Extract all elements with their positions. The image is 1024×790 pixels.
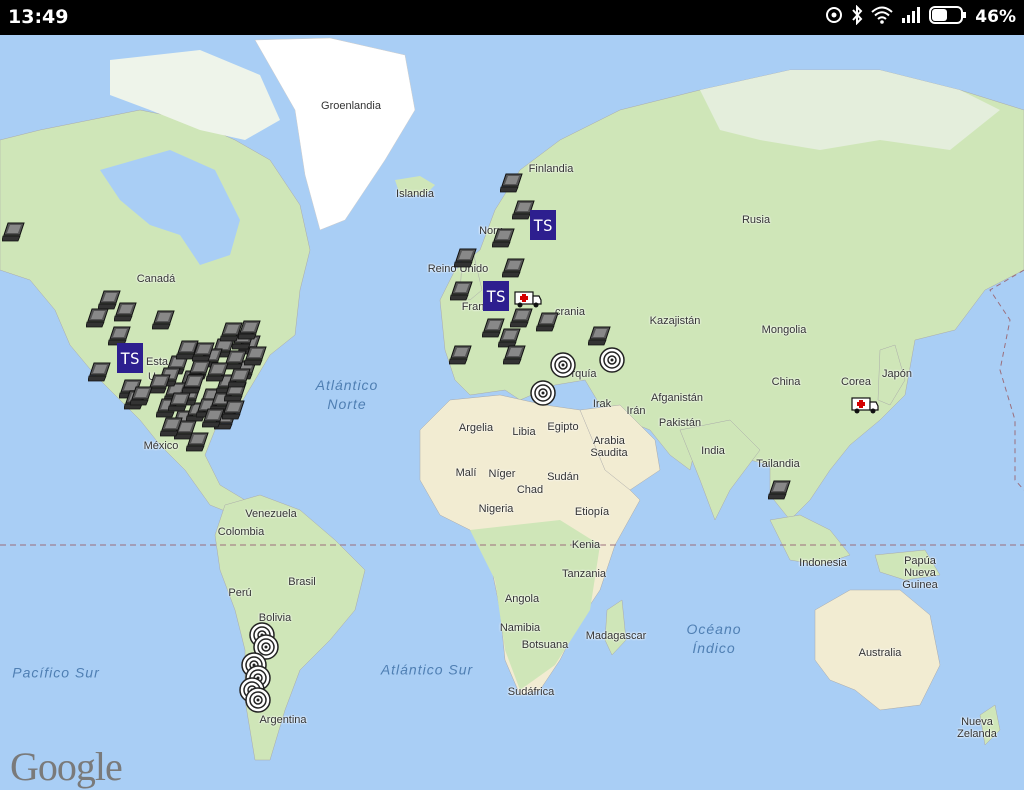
- battery-icon: [929, 5, 967, 29]
- label-kenia: Kenia: [571, 539, 601, 551]
- svg-text:TS: TS: [533, 216, 552, 235]
- label-islandia: Islandia: [396, 188, 434, 200]
- label-peru: Perú: [228, 587, 252, 599]
- laptop-marker[interactable]: [86, 307, 110, 329]
- laptop-marker[interactable]: [130, 385, 154, 407]
- laptop-marker[interactable]: [588, 325, 612, 347]
- ts-marker[interactable]: TS: [483, 281, 509, 311]
- svg-text:TS: TS: [486, 287, 505, 306]
- ambulance-marker[interactable]: [514, 289, 542, 309]
- label-iran: Irán: [626, 405, 646, 417]
- battery-percent: 46%: [975, 7, 1016, 27]
- label-australia: Australia: [858, 647, 902, 659]
- label-groenlandia: Groenlandia: [321, 100, 381, 112]
- google-logo: Google: [10, 744, 123, 789]
- laptop-marker[interactable]: [492, 227, 516, 249]
- laptop-marker[interactable]: [88, 361, 112, 383]
- label-botsuana: Botsuana: [521, 639, 569, 651]
- ocean-label-pacifico-sur: Pacífico Sur: [12, 664, 100, 681]
- laptop-marker[interactable]: [244, 345, 268, 367]
- label-china: China: [771, 376, 801, 388]
- label-angola: Angola: [504, 593, 540, 605]
- laptop-marker[interactable]: [160, 416, 184, 438]
- ambulance-marker[interactable]: [851, 395, 879, 415]
- label-mali: Malí: [455, 467, 477, 479]
- ocean-label-oceano-indico: Océano Índico: [686, 621, 742, 656]
- alarm-icon: [825, 5, 843, 30]
- laptop-marker[interactable]: [500, 172, 524, 194]
- label-rusia: Rusia: [741, 214, 771, 226]
- label-sudafrica: Sudáfrica: [507, 686, 555, 698]
- label-irak: Irak: [592, 398, 612, 410]
- label-japon: Japón: [882, 368, 912, 380]
- label-india: India: [701, 445, 725, 457]
- status-time: 13:49: [8, 6, 69, 28]
- laptop-marker[interactable]: [503, 344, 527, 366]
- label-brasil: Brasil: [288, 576, 316, 588]
- label-venezuela: Venezuela: [245, 508, 297, 520]
- label-madagascar: Madagascar: [585, 630, 647, 642]
- laptop-marker[interactable]: [510, 307, 534, 329]
- label-sudan: Sudán: [547, 471, 579, 483]
- laptop-marker[interactable]: [502, 257, 526, 279]
- ts-marker[interactable]: TS: [530, 210, 556, 240]
- status-bar: 13:49 46%: [0, 0, 1024, 35]
- label-pakistan: Pakistán: [658, 417, 702, 429]
- laptop-marker[interactable]: [238, 319, 262, 341]
- world-map[interactable]: Groenlandia Islandia Finlandia Noru Reino Un…: [0, 35, 1024, 789]
- ocean-label-atlantico-norte: Atlántico Norte: [315, 377, 379, 412]
- target-marker[interactable]: [599, 347, 625, 373]
- target-marker[interactable]: [530, 380, 556, 406]
- laptop-marker[interactable]: [450, 280, 474, 302]
- label-etiopia: Etiopía: [574, 506, 610, 518]
- laptop-marker[interactable]: [206, 361, 230, 383]
- label-francia: Fran: [461, 301, 485, 313]
- ocean-label-atlantico-sur: Atlántico Sur: [380, 661, 474, 678]
- signal-icon: [901, 6, 921, 29]
- label-egipto: Egipto: [547, 421, 579, 433]
- label-papua: Papúa Nueva Guinea: [902, 555, 938, 591]
- label-indonesia: Indonesia: [799, 557, 847, 569]
- label-kazajistan: Kazajistán: [649, 315, 701, 327]
- target-marker[interactable]: [550, 352, 576, 378]
- label-namibia: Namibia: [499, 622, 541, 634]
- laptop-marker[interactable]: [222, 399, 246, 421]
- label-finlandia: Finlandia: [528, 163, 574, 175]
- label-argelia: Argelia: [458, 422, 494, 434]
- status-icons: 46%: [825, 4, 1016, 30]
- laptop-marker[interactable]: [114, 301, 138, 323]
- label-afganistan: Afganistán: [651, 392, 703, 404]
- label-chad: Chad: [516, 484, 544, 496]
- laptop-marker[interactable]: [768, 479, 792, 501]
- label-argentina: Argentina: [259, 714, 307, 726]
- laptop-marker[interactable]: [228, 367, 252, 389]
- laptop-marker[interactable]: [2, 221, 26, 243]
- label-libia: Libia: [512, 426, 536, 438]
- target-marker[interactable]: [245, 687, 271, 713]
- label-arabia: Arabia Saudita: [590, 435, 628, 459]
- bluetooth-icon: [851, 4, 863, 30]
- laptop-marker[interactable]: [186, 431, 210, 453]
- label-corea: Corea: [841, 376, 871, 388]
- laptop-marker[interactable]: [152, 309, 176, 331]
- label-mongolia: Mongolia: [761, 324, 807, 336]
- label-canada: Canadá: [136, 273, 176, 285]
- label-nigeria: Nigeria: [478, 503, 514, 515]
- label-tailandia: Tailandia: [756, 458, 800, 470]
- label-mexico: México: [143, 440, 179, 452]
- laptop-marker[interactable]: [454, 247, 478, 269]
- laptop-marker[interactable]: [536, 311, 560, 333]
- label-nueva-zelanda: Nueva Zelanda: [957, 716, 997, 740]
- laptop-marker[interactable]: [176, 339, 200, 361]
- svg-text:TS: TS: [120, 349, 139, 368]
- wifi-icon: [871, 6, 893, 29]
- ts-marker[interactable]: TS: [117, 343, 143, 373]
- laptop-marker[interactable]: [182, 373, 206, 395]
- laptop-marker[interactable]: [449, 344, 473, 366]
- label-colombia: Colombia: [217, 526, 265, 538]
- label-tanzania: Tanzania: [561, 568, 607, 580]
- label-niger: Níger: [488, 468, 516, 480]
